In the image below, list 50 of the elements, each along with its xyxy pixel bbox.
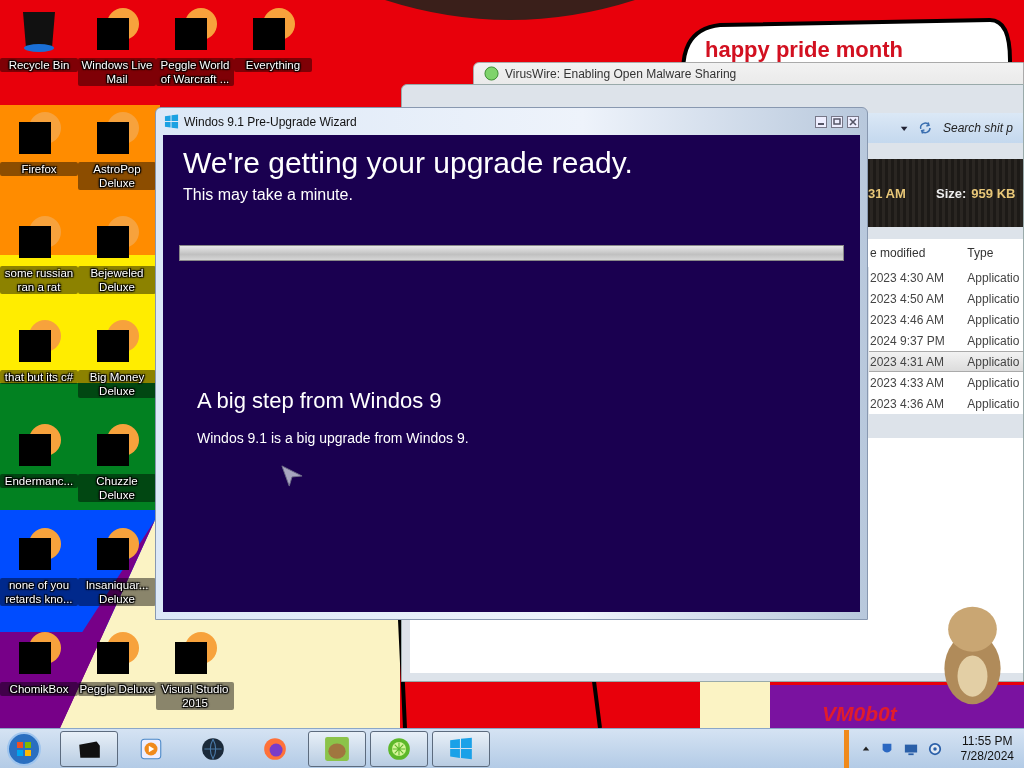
maximize-icon[interactable] — [831, 115, 843, 128]
cursor-icon — [281, 465, 303, 487]
detail-value: 959 KB — [971, 185, 1016, 201]
subheading: This may take a minute. — [183, 185, 354, 205]
table-cell-text: Applicatio — [967, 291, 1021, 306]
column-header[interactable]: Type — [967, 246, 1023, 260]
table-cell-text: Applicatio — [967, 396, 1021, 411]
refresh-icon[interactable] — [918, 120, 933, 136]
start-button[interactable] — [6, 730, 42, 767]
table-cell-text: 2023 4:46 AM — [870, 312, 946, 327]
browser-icon — [262, 735, 288, 762]
lime-icon — [386, 735, 412, 762]
file-row[interactable]: 2024 9:37 PM Applicatio — [869, 330, 1023, 351]
close-icon[interactable] — [847, 115, 859, 128]
show-hidden-icon[interactable] — [861, 744, 870, 753]
table-cell-text: 2023 4:31 AM — [870, 354, 946, 369]
step-text: Windos 9.1 is a big upgrade from Windos 9. — [197, 429, 470, 447]
windows-logo-icon — [164, 114, 179, 129]
file-row[interactable]: 2023 4:36 AM Applicatio — [869, 393, 1023, 414]
file-row[interactable]: 2023 4:30 AM Applicatio — [869, 267, 1023, 288]
hamster-icon — [324, 735, 350, 762]
file-row[interactable]: 2023 4:31 AM Applicatio — [869, 351, 1023, 372]
table-cell-text: 2024 9:37 PM — [870, 333, 946, 348]
taskbar-button[interactable] — [60, 730, 118, 767]
table-cell-text: Applicatio — [967, 270, 1021, 285]
table-cell-text: 2023 4:50 AM — [870, 291, 946, 306]
heading: We're getting your upgrade ready. — [183, 145, 634, 181]
detail-label: Size: — [936, 185, 967, 201]
graffiti-text: VM0b0t — [822, 702, 897, 726]
table-cell-text: 2023 4:30 AM — [870, 270, 946, 285]
detail-text: 31 AM — [868, 185, 907, 201]
clock[interactable]: 11:55 PM 7/28/2024 — [948, 733, 1024, 764]
windows-logo-icon — [448, 735, 474, 762]
window-title: Windos 9.1 Pre-Upgrade Wizard — [184, 114, 358, 129]
table-cell-text: Applicatio — [967, 312, 1021, 327]
table-cell-text: Applicatio — [967, 375, 1021, 390]
file-row[interactable]: 2023 4:33 AM Applicatio — [869, 372, 1023, 393]
column-header[interactable]: e modified — [870, 246, 968, 260]
file-row[interactable]: 2023 4:50 AM Applicatio — [869, 288, 1023, 309]
table-cell-text: Applicatio — [967, 333, 1021, 348]
step-title: A big step from Windos 9 — [197, 387, 443, 415]
speaker-icon[interactable] — [927, 741, 942, 756]
table-cell-text: Applicatio — [967, 354, 1021, 369]
search-field[interactable]: Search shit p — [943, 121, 1023, 135]
table-cell-text: 2023 4:33 AM — [870, 375, 946, 390]
file-row[interactable]: 2023 4:46 AM Applicatio — [869, 309, 1023, 330]
minimize-icon[interactable] — [815, 115, 827, 128]
sign-text: happy pride month — [705, 38, 903, 62]
window-title: VirusWire: Enabling Open Malware Sharing — [505, 66, 737, 81]
table-cell-text: 2023 4:36 AM — [870, 396, 946, 411]
